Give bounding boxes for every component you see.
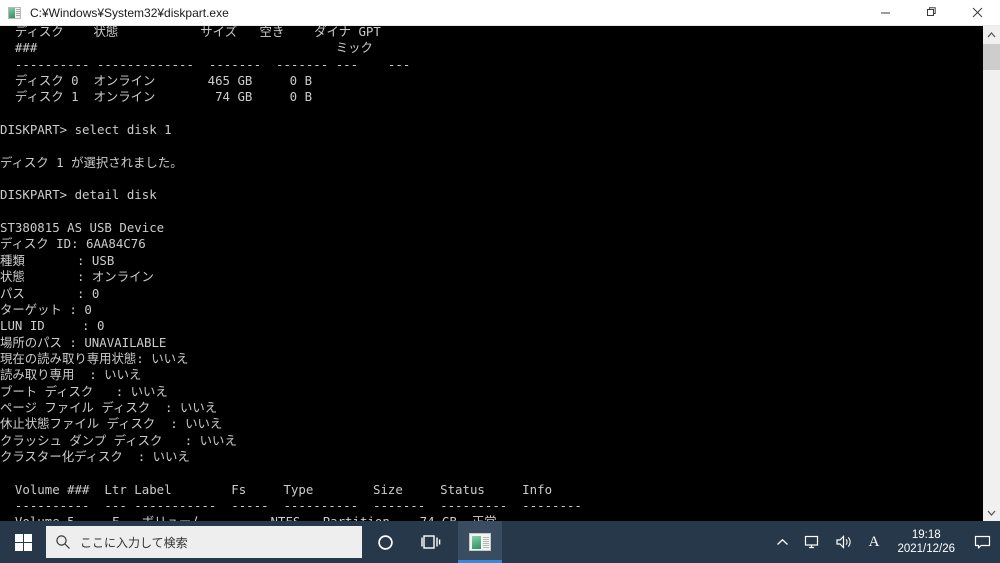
start-button[interactable]: [0, 521, 46, 563]
console-line: 現在の読み取り専用状態: いいえ: [0, 350, 189, 366]
console-line: クラスター化ディスク : いいえ: [0, 448, 190, 464]
console-line: ### ミック: [0, 40, 373, 56]
window-controls: [862, 0, 1000, 25]
vertical-scrollbar[interactable]: [982, 26, 1000, 521]
console-app-icon: [7, 5, 23, 21]
maximize-button[interactable]: [908, 0, 954, 25]
console-text: ディスク 状態 サイズ 空き ダイナ GPT ### ミック ---------…: [0, 26, 982, 521]
console-line: ディスク 状態 サイズ 空き ダイナ GPT: [0, 26, 381, 39]
console-line: ST380815 AS USB Device: [0, 220, 165, 236]
window-titlebar[interactable]: C:¥Windows¥System32¥diskpart.exe: [0, 0, 1000, 26]
console-line: 場所のパス : UNAVAILABLE: [0, 334, 167, 350]
task-view-button[interactable]: [408, 521, 454, 563]
diskpart-window: C:¥Windows¥System32¥diskpart.exe ディスク 状態…: [0, 0, 1000, 521]
console-line: クラッシュ ダンプ ディスク : いいえ: [0, 432, 237, 448]
console-line: ---------- ------------- ------- -------…: [0, 56, 411, 72]
console-line: ターゲット : 0: [0, 301, 92, 317]
console-line: 読み取り専用 : いいえ: [0, 367, 142, 383]
console-line: ディスク 1 オンライン 74 GB 0 B: [0, 89, 313, 105]
console-line: 状態 : オンライン: [0, 269, 154, 285]
tray-expand-button[interactable]: [769, 521, 796, 563]
windows-logo-icon: [14, 533, 32, 551]
close-button[interactable]: [954, 0, 1000, 25]
console-line: DISKPART> detail disk: [0, 187, 157, 203]
console-line: DISKPART> select disk 1: [0, 122, 172, 138]
diskpart-taskbar-button[interactable]: [458, 521, 502, 563]
cortana-button[interactable]: [362, 521, 408, 563]
console-line: ディスク ID: 6AA84C76: [0, 236, 146, 252]
console-line: パス : 0: [0, 285, 100, 301]
console-line: Volume 5 F ボリューム NTFS Partition 74 GB 正常: [0, 514, 982, 521]
console-app-taskbar-icon: [469, 533, 491, 551]
console-line: LUN ID : 0: [0, 318, 105, 334]
volume-icon[interactable]: [828, 521, 860, 563]
console-line: ---------- --- ----------- ----- -------…: [0, 497, 582, 513]
console-line: ディスク 0 オンライン 465 GB 0 B: [0, 73, 313, 89]
system-tray: A 19:18 2021/12/26: [769, 521, 1000, 563]
scroll-up-arrow-icon[interactable]: [983, 26, 1000, 43]
windows-taskbar: ここに入力して検索 A 19:18 2021/12/26: [0, 521, 1000, 563]
network-icon[interactable]: [796, 521, 828, 563]
console-line: 種類 : USB: [0, 252, 115, 268]
window-title: C:¥Windows¥System32¥diskpart.exe: [30, 5, 229, 20]
search-icon: [46, 534, 80, 550]
console-line: 休止状態ファイル ディスク : いいえ: [0, 416, 223, 432]
search-input[interactable]: ここに入力して検索: [46, 526, 362, 558]
action-center-button[interactable]: [964, 521, 1000, 563]
console-line: Volume ### Ltr Label Fs Type Size Status…: [0, 481, 553, 497]
console-line: ブート ディスク : いいえ: [0, 383, 168, 399]
ime-indicator[interactable]: A: [860, 521, 889, 563]
taskbar-clock[interactable]: 19:18 2021/12/26: [888, 521, 964, 563]
scroll-down-arrow-icon[interactable]: [983, 504, 1000, 521]
console-line: ページ ファイル ディスク : いいえ: [0, 399, 218, 415]
search-placeholder-text: ここに入力して検索: [80, 535, 188, 550]
clock-time: 19:18: [911, 528, 941, 541]
clock-date: 2021/12/26: [897, 543, 955, 555]
console-body: ディスク 状態 サイズ 空き ダイナ GPT ### ミック ---------…: [0, 26, 1000, 521]
scrollbar-thumb[interactable]: [983, 44, 1000, 70]
console-line: ディスク 1 が選択されました。: [0, 154, 183, 170]
minimize-button[interactable]: [862, 0, 908, 25]
console-output-area[interactable]: ディスク 状態 サイズ 空き ダイナ GPT ### ミック ---------…: [0, 26, 982, 521]
